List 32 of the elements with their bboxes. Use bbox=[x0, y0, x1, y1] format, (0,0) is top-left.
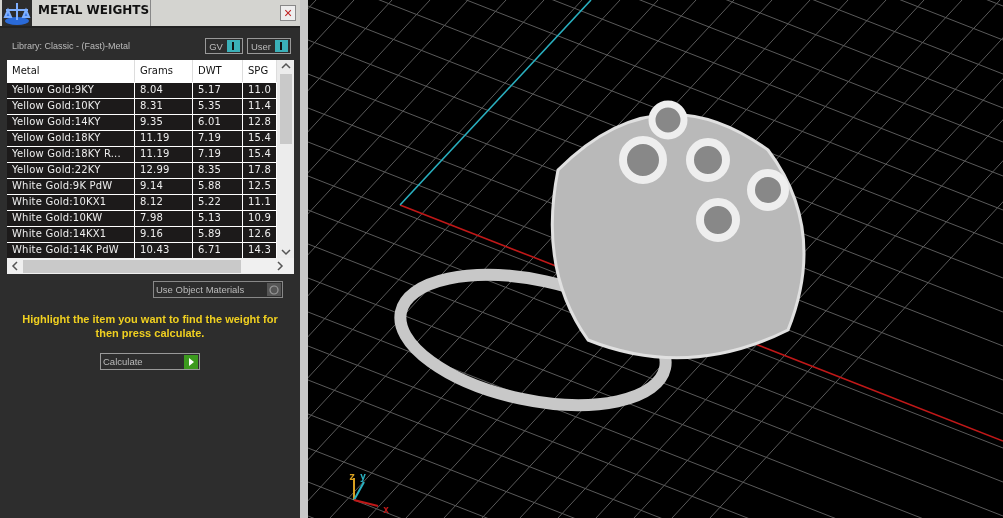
close-button[interactable]: × bbox=[280, 5, 296, 21]
horizontal-scrollbar[interactable] bbox=[7, 258, 294, 274]
table-row[interactable]: White Gold:10KX1 8.12 5.22 11.1 bbox=[7, 194, 277, 210]
table-row[interactable]: Yellow Gold:14KY 9.35 6.01 12.8 bbox=[7, 114, 277, 130]
instruction-text: Highlight the item you want to find the weight for then press calculate. bbox=[22, 312, 278, 340]
scrollbar-thumb[interactable] bbox=[279, 74, 292, 144]
calculate-button[interactable]: Calculate bbox=[100, 353, 200, 370]
table-row[interactable]: White Gold:10KW 7.98 5.13 10.9 bbox=[7, 210, 277, 226]
table-row[interactable]: Yellow Gold:10KY 8.31 5.35 11.4 bbox=[7, 98, 277, 114]
table-row[interactable]: White Gold:14KX1 9.16 5.89 12.6 bbox=[7, 226, 277, 242]
toggle-button[interactable]: User bbox=[246, 38, 291, 54]
toggle-button[interactable]: GV bbox=[205, 38, 243, 54]
table-row[interactable]: Yellow Gold:18KY 11.19 7.19 15.4 bbox=[7, 130, 277, 146]
vertical-scrollbar[interactable] bbox=[277, 60, 294, 258]
play-icon bbox=[184, 354, 198, 369]
x-axis-label: x bbox=[383, 505, 390, 515]
scroll-down-icon[interactable] bbox=[280, 248, 291, 256]
table-row[interactable]: Yellow Gold:22KY 12.99 8.35 17.8 bbox=[7, 162, 277, 178]
use-object-materials-toggle[interactable]: Use Object Materials bbox=[153, 281, 283, 298]
table-row[interactable]: Yellow Gold:18KY R... 11.19 7.19 15.4 bbox=[7, 146, 277, 162]
y-axis-label: y bbox=[360, 472, 367, 482]
scroll-right-icon[interactable] bbox=[276, 261, 284, 271]
table-row[interactable]: Yellow Gold:9KY 8.04 5.17 11.0 bbox=[7, 82, 277, 98]
table-row[interactable]: White Gold:14K PdW 10.43 6.71 14.3 bbox=[7, 242, 277, 258]
circle-icon bbox=[269, 284, 279, 295]
panel-splitter[interactable] bbox=[300, 0, 308, 518]
window-title: METAL WEIGHTS bbox=[34, 0, 151, 26]
scroll-left-icon[interactable] bbox=[11, 261, 19, 271]
scroll-up-icon[interactable] bbox=[280, 62, 291, 70]
scrollbar-thumb[interactable] bbox=[23, 259, 241, 273]
library-label: Library: Classic - (Fast)-Metal bbox=[12, 41, 131, 51]
table-row[interactable]: White Gold:9K PdW 9.14 5.88 12.5 bbox=[7, 178, 277, 194]
